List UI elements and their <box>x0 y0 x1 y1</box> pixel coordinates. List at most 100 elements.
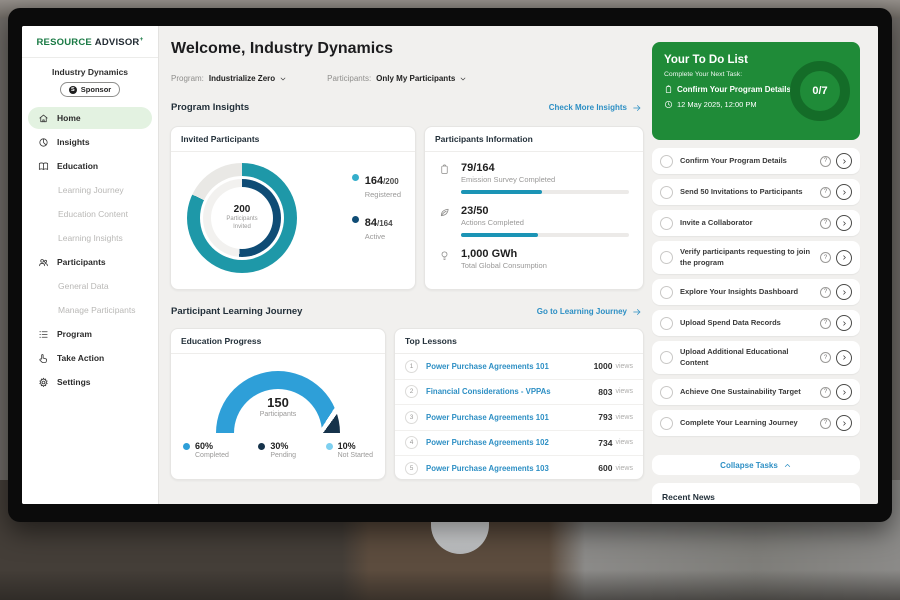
todo-task-row[interactable]: Achieve One Sustainability Target ? <box>652 379 860 405</box>
task-checkbox[interactable] <box>660 251 673 264</box>
sidebar-item[interactable]: Learning Journey <box>28 179 152 201</box>
info-progress-fill <box>461 190 542 194</box>
task-open-button[interactable] <box>836 315 852 331</box>
sidebar-item[interactable]: Participants <box>28 251 152 273</box>
info-icon[interactable]: ? <box>820 318 831 329</box>
todo-task-row[interactable]: Invite a Collaborator ? <box>652 210 860 236</box>
collapse-tasks-button[interactable]: Collapse Tasks <box>652 455 860 475</box>
todo-task-row[interactable]: Complete Your Learning Journey ? <box>652 410 860 436</box>
sidebar-item[interactable]: Insights <box>28 131 152 153</box>
info-icon[interactable]: ? <box>820 218 831 229</box>
lesson-rank-badge: 4 <box>405 436 418 449</box>
program-select[interactable]: Program: Industrialize Zero <box>171 74 287 83</box>
brand-logo[interactable]: RESOURCE ADVISOR+ <box>22 26 158 48</box>
gauge-center-value: 150 <box>216 395 340 410</box>
card-title: Top Lessons <box>395 329 643 354</box>
task-open-button[interactable] <box>836 184 852 200</box>
sidebar-item-label: Home <box>57 113 81 123</box>
info-icon[interactable]: ? <box>820 387 831 398</box>
info-progress-fill <box>461 233 538 237</box>
participants-information-card: Participants Information 79/164 Emission… <box>424 126 644 290</box>
info-icon[interactable]: ? <box>820 287 831 298</box>
legend-dot <box>326 443 333 450</box>
chevron-up-icon <box>783 461 792 470</box>
lesson-link[interactable]: Power Purchase Agreements 102 <box>426 438 598 447</box>
todo-subtitle: Complete Your Next Task: <box>664 71 794 78</box>
sidebar-item-label: General Data <box>58 281 109 291</box>
lesson-link[interactable]: Power Purchase Agreements 103 <box>426 464 598 473</box>
todo-task-row[interactable]: Send 50 Invitations to Participants ? <box>652 179 860 205</box>
lesson-link[interactable]: Power Purchase Agreements 101 <box>426 413 598 422</box>
divider <box>22 57 158 58</box>
sidebar-item-label: Learning Journey <box>58 185 124 195</box>
organization-name: Industry Dynamics <box>22 67 158 77</box>
task-checkbox[interactable] <box>660 351 673 364</box>
task-open-button[interactable] <box>836 153 852 169</box>
task-open-button[interactable] <box>836 415 852 431</box>
participants-value: Only My Participants <box>376 74 455 83</box>
participants-icon <box>38 257 49 268</box>
go-to-learning-journey-link[interactable]: Go to Learning Journey <box>537 307 642 317</box>
info-total-row: 1,000 GWh Total Global Consumption <box>439 248 629 270</box>
todo-task-row[interactable]: Confirm Your Program Details ? <box>652 148 860 174</box>
task-checkbox[interactable] <box>660 186 673 199</box>
lesson-rank-badge: 2 <box>405 385 418 398</box>
clock-icon <box>664 100 673 109</box>
lesson-row[interactable]: 3 Power Purchase Agreements 101 793 view… <box>395 405 643 431</box>
info-icon[interactable]: ? <box>820 187 831 198</box>
lesson-row[interactable]: 4 Power Purchase Agreements 102 734 view… <box>395 431 643 457</box>
task-open-button[interactable] <box>836 284 852 300</box>
sidebar-item[interactable]: Education <box>28 155 152 177</box>
info-icon[interactable]: ? <box>820 156 831 167</box>
todo-task-row[interactable]: Upload Additional Educational Content ? <box>652 341 860 374</box>
info-icon[interactable]: ? <box>820 352 831 363</box>
sidebar-item[interactable]: Program <box>28 323 152 345</box>
sidebar-item[interactable]: Manage Participants <box>28 299 152 321</box>
task-checkbox[interactable] <box>660 317 673 330</box>
donut-center-value: 200 <box>234 204 251 215</box>
card-title: Participants Information <box>425 127 643 152</box>
clipboard-icon <box>439 164 450 175</box>
check-more-insights-link[interactable]: Check More Insights <box>549 103 642 113</box>
sidebar-item[interactable]: Take Action <box>28 347 152 369</box>
lesson-row[interactable]: 1 Power Purchase Agreements 101 1000 vie… <box>395 354 643 380</box>
sidebar-item[interactable]: Settings <box>28 371 152 393</box>
sponsor-badge[interactable]: S Sponsor <box>60 82 120 97</box>
task-open-button[interactable] <box>836 350 852 366</box>
learning-journey-row: Participant Learning Journey Go to Learn… <box>171 306 642 317</box>
info-icon[interactable]: ? <box>820 418 831 429</box>
lesson-row[interactable]: 5 Power Purchase Agreements 103 600 view… <box>395 456 643 481</box>
todo-task-row[interactable]: Upload Spend Data Records ? <box>652 310 860 336</box>
task-checkbox[interactable] <box>660 386 673 399</box>
task-checkbox[interactable] <box>660 417 673 430</box>
task-checkbox[interactable] <box>660 286 673 299</box>
sidebar-item-label: Take Action <box>57 353 104 363</box>
chevron-down-icon <box>279 75 287 83</box>
todo-task-row[interactable]: Explore Your Insights Dashboard ? <box>652 279 860 305</box>
lesson-link[interactable]: Financial Considerations - VPPAs <box>426 387 598 396</box>
task-open-button[interactable] <box>836 384 852 400</box>
task-open-button[interactable] <box>836 215 852 231</box>
sidebar-item[interactable]: General Data <box>28 275 152 297</box>
task-open-button[interactable] <box>836 250 852 266</box>
legend-dot <box>352 174 359 181</box>
sidebar-nav: Home Insights Education Learning Journey <box>22 107 158 393</box>
task-checkbox[interactable] <box>660 155 673 168</box>
participants-label: Participants: <box>327 74 371 83</box>
sidebar-item-label: Settings <box>57 377 91 387</box>
legend-entry: 10% Not Started <box>326 441 373 459</box>
invited-participants-card: Invited Participants 200 ParticipantsInv… <box>170 126 416 290</box>
sidebar-item[interactable]: Home <box>28 107 152 129</box>
participants-select[interactable]: Participants: Only My Participants <box>327 74 467 83</box>
info-icon[interactable]: ? <box>820 252 831 263</box>
sidebar-item[interactable]: Education Content <box>28 203 152 225</box>
sidebar: RESOURCE ADVISOR+ Industry Dynamics S Sp… <box>22 26 159 504</box>
lesson-row[interactable]: 2 Financial Considerations - VPPAs 803 v… <box>395 380 643 406</box>
todo-task-row[interactable]: Verify participants requesting to join t… <box>652 241 860 274</box>
monitor-bezel: RESOURCE ADVISOR+ Industry Dynamics S Sp… <box>8 8 892 522</box>
sidebar-item[interactable]: Learning Insights <box>28 227 152 249</box>
program-insights-title: Program Insights <box>171 102 249 113</box>
lesson-link[interactable]: Power Purchase Agreements 101 <box>426 362 594 371</box>
task-checkbox[interactable] <box>660 217 673 230</box>
insights-icon <box>38 137 49 148</box>
